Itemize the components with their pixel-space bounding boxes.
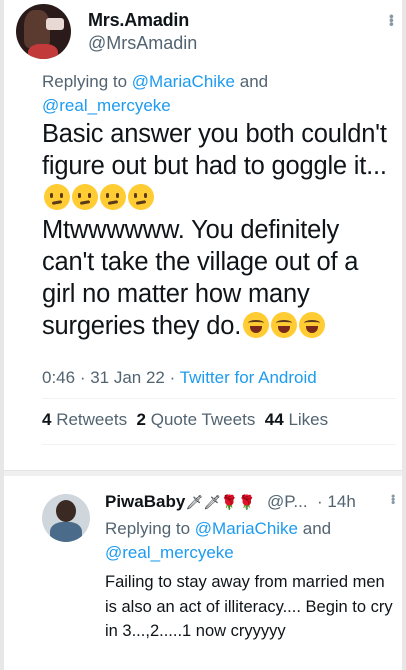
- tweet-date[interactable]: 31 Jan 22: [90, 368, 165, 387]
- confused-face-icon: [128, 184, 154, 210]
- avatar[interactable]: [16, 4, 71, 59]
- reply-author-name[interactable]: PiwaBaby🗡🗡🌹🌹: [105, 492, 256, 512]
- replying-prefix: Replying to: [105, 519, 195, 538]
- replying-to: Replying to @MariaChike and @real_mercye…: [42, 70, 372, 118]
- divider: [42, 398, 396, 399]
- tweet-source[interactable]: Twitter for Android: [180, 368, 317, 387]
- tweet-time[interactable]: 0:46: [42, 368, 75, 387]
- replying-prefix: Replying to: [42, 72, 132, 91]
- tears-of-joy-icon: [271, 312, 298, 338]
- reply-handle: @P...: [267, 492, 308, 511]
- reply-author-handle[interactable]: @P... · 14h: [267, 492, 356, 512]
- author-name[interactable]: Mrs.Amadin: [88, 10, 189, 31]
- confused-face-icon: [44, 184, 70, 210]
- author-handle[interactable]: @MrsAmadin: [88, 33, 197, 54]
- reply-author-name-text: PiwaBaby: [105, 492, 186, 511]
- section-divider: [4, 470, 402, 476]
- replying-user-link[interactable]: @MariaChike: [132, 72, 235, 91]
- replying-to: Replying to @MariaChike and @real_mercye…: [105, 517, 395, 565]
- dagger-rose-emojis: 🗡🗡🌹🌹: [185, 494, 256, 510]
- reply-time: · 14h: [317, 492, 356, 511]
- confused-face-icon: [72, 184, 98, 210]
- replying-and: and: [235, 72, 269, 91]
- retweets-stat[interactable]: 4 Retweets: [42, 410, 127, 429]
- more-options-icon[interactable]: •••: [386, 494, 400, 504]
- tears-of-joy-icon: [299, 312, 326, 338]
- more-options-icon[interactable]: •••: [384, 14, 400, 26]
- quote-tweets-stat[interactable]: 2 Quote Tweets: [137, 410, 256, 429]
- tears-of-joy-icon: [243, 312, 270, 338]
- tweet-stats: 4 Retweets 2 Quote Tweets 44 Likes: [42, 410, 328, 430]
- replying-user-link[interactable]: @real_mercyeke: [105, 543, 234, 562]
- replying-user-link[interactable]: @MariaChike: [195, 519, 298, 538]
- tweet-text-part: Basic answer you both couldn't figure ou…: [42, 120, 387, 180]
- confused-face-icon: [100, 184, 126, 210]
- reply-text: Failing to stay away from married men is…: [105, 573, 393, 640]
- tweet-text: Basic answer you both couldn't figure ou…: [42, 118, 394, 342]
- divider: [42, 444, 396, 445]
- likes-stat[interactable]: 44 Likes: [265, 410, 328, 429]
- tweet-meta: 0:46 · 31 Jan 22 · Twitter for Android: [42, 368, 317, 387]
- replying-user-link[interactable]: @real_mercyeke: [42, 96, 171, 115]
- avatar[interactable]: [42, 494, 90, 542]
- replying-and: and: [298, 519, 332, 538]
